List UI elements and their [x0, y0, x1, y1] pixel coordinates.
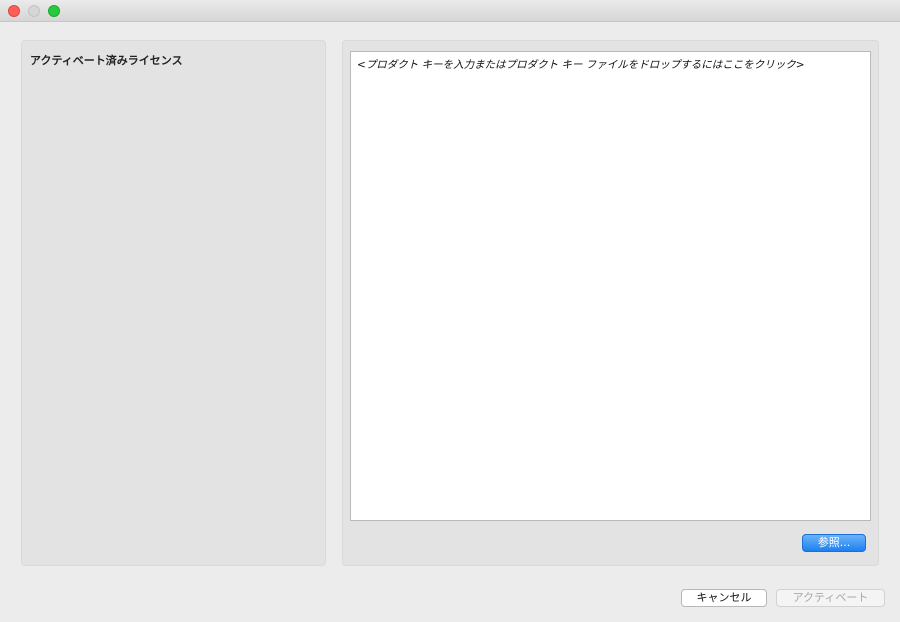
product-key-panel: <プロダクト キーを入力またはプロダクト キー ファイルをドロップするにはここを… [342, 40, 879, 566]
minimize-icon [28, 5, 40, 17]
product-key-input-area[interactable]: <プロダクト キーを入力またはプロダクト キー ファイルをドロップするにはここを… [350, 51, 871, 521]
zoom-icon[interactable] [48, 5, 60, 17]
activated-licenses-panel: アクティベート済みライセンス [21, 40, 326, 566]
title-bar [0, 0, 900, 22]
cancel-button[interactable]: キャンセル [681, 589, 767, 607]
activate-button: アクティベート [776, 589, 885, 607]
browse-button[interactable]: 参照... [802, 534, 866, 552]
close-icon[interactable] [8, 5, 20, 17]
activated-licenses-heading: アクティベート済みライセンス [30, 54, 183, 67]
product-key-placeholder: <プロダクト キーを入力またはプロダクト キー ファイルをドロップするにはここを… [357, 59, 805, 71]
